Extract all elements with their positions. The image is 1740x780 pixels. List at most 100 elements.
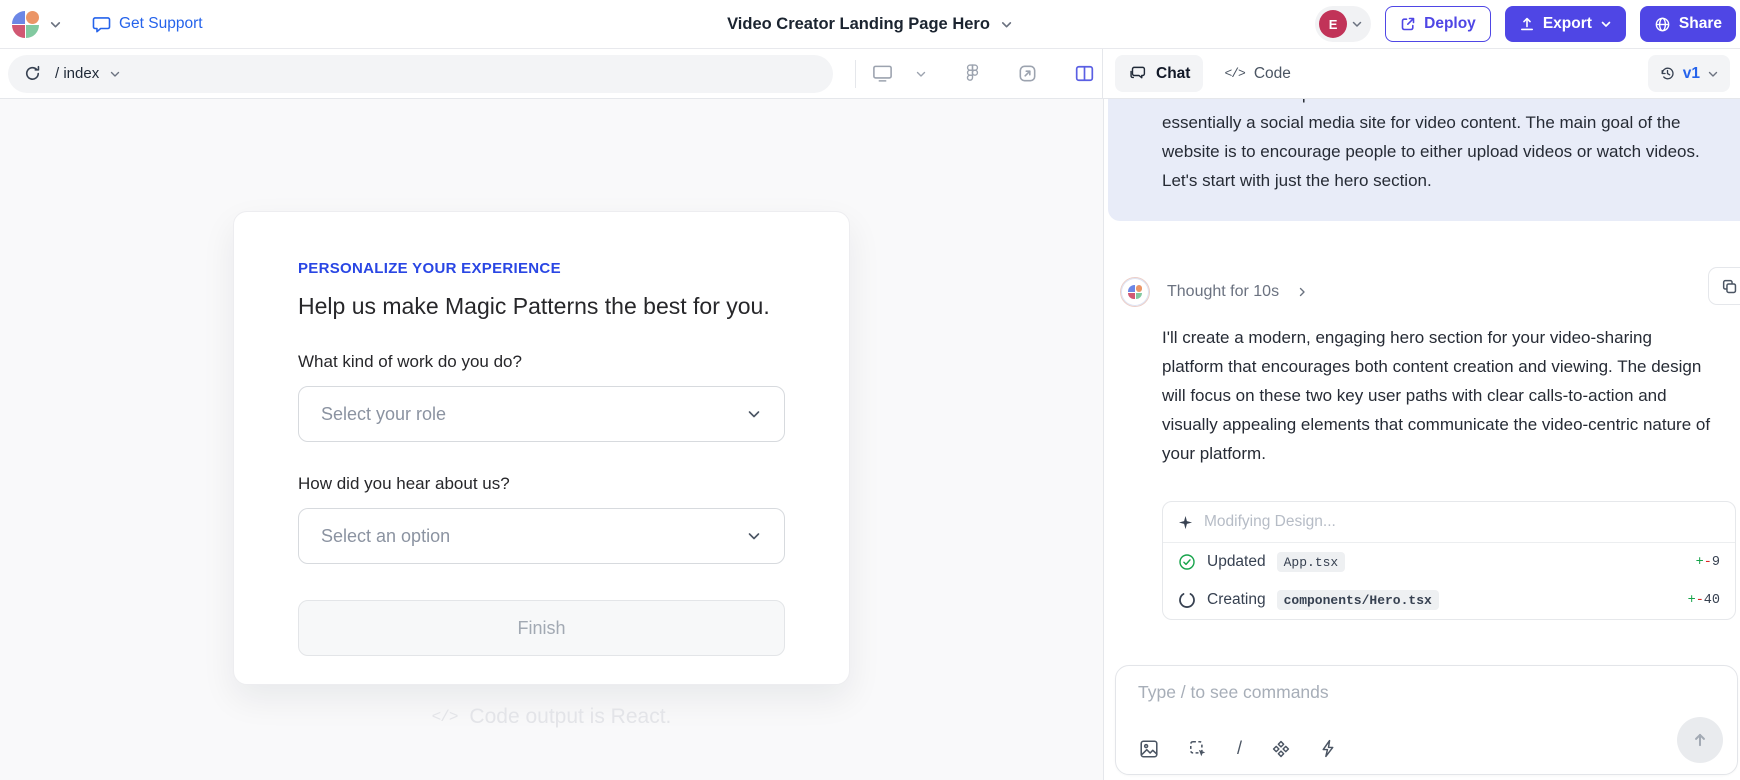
chat-tab-label: Chat <box>1156 65 1190 83</box>
deploy-button[interactable]: Deploy <box>1385 6 1491 42</box>
chat-input[interactable] <box>1138 682 1658 703</box>
sparkle-icon <box>1178 515 1193 530</box>
user-message-clipped-line: that lets creators upload and share thei… <box>1162 99 1712 108</box>
route-path[interactable]: / index <box>55 65 121 82</box>
version-chevron-icon <box>1707 68 1719 80</box>
onboarding-modal: PERSONALIZE YOUR EXPERIENCE Help us make… <box>233 211 850 685</box>
code-tab-label: Code <box>1254 65 1291 83</box>
export-label: Export <box>1543 15 1592 33</box>
activity-action: Creating <box>1207 591 1266 609</box>
modal-eyebrow: PERSONALIZE YOUR EXPERIENCE <box>298 260 785 277</box>
project-title-menu[interactable]: Video Creator Landing Page Hero <box>727 0 1013 48</box>
version-label: v1 <box>1683 65 1700 83</box>
figma-icon[interactable] <box>965 63 980 84</box>
logo-shape <box>12 11 25 24</box>
project-title: Video Creator Landing Page Hero <box>727 15 990 34</box>
preview-canvas: PERSONALIZE YOUR EXPERIENCE Help us make… <box>0 99 1103 780</box>
account-menu[interactable]: E <box>1315 6 1371 42</box>
avatar: E <box>1319 10 1347 38</box>
external-link-icon <box>1400 16 1416 32</box>
diff-minus: - <box>1696 593 1704 608</box>
thought-toggle[interactable]: Thought for 10s <box>1120 277 1308 307</box>
magic-patterns-mark <box>1128 285 1142 299</box>
magic-patterns-logo[interactable] <box>12 11 39 38</box>
arrow-up-icon <box>1691 731 1709 749</box>
export-chevron-icon <box>1600 18 1612 30</box>
route-path-label: / index <box>55 65 99 82</box>
select-chevron-icon <box>746 406 762 422</box>
composer-tools: / <box>1139 738 1337 759</box>
chat-tab-icon <box>1128 65 1147 82</box>
diff-plus: + <box>1696 555 1704 570</box>
watermark-label: Code output is React. <box>469 705 671 729</box>
refresh-icon[interactable] <box>24 65 41 82</box>
assistant-message: I'll create a modern, engaging hero sect… <box>1162 323 1718 468</box>
quick-actions-icon[interactable] <box>1320 739 1337 758</box>
copy-message-button[interactable] <box>1708 267 1740 305</box>
tab-chat[interactable]: Chat <box>1115 55 1203 92</box>
modal-heading: Help us make Magic Patterns the best for… <box>298 293 785 320</box>
address-bar[interactable]: / index <box>8 55 833 93</box>
chat-bubble-icon <box>92 16 111 33</box>
viewport-tools <box>872 63 1094 84</box>
referral-select-placeholder: Select an option <box>321 526 450 547</box>
components-icon[interactable] <box>1271 739 1291 759</box>
activity-card: Modifying Design... Updated App.tsx +-9 … <box>1162 501 1736 620</box>
image-attach-icon[interactable] <box>1139 739 1159 759</box>
deploy-label: Deploy <box>1424 15 1476 33</box>
device-chevron-icon[interactable] <box>915 68 927 80</box>
chevron-right-icon <box>1296 286 1308 298</box>
toolbar-divider <box>855 60 856 88</box>
chat-toolbar: Chat </> Code v1 <box>1103 49 1740 98</box>
select-chevron-icon <box>746 528 762 544</box>
workspace-chevron-icon[interactable] <box>49 18 62 31</box>
app-window: Get Support Video Creator Landing Page H… <box>0 0 1740 780</box>
slash-command-icon[interactable]: / <box>1237 738 1242 759</box>
activity-status: Modifying Design... <box>1204 513 1336 531</box>
logo-shape <box>12 25 25 38</box>
copy-icon <box>1721 278 1738 295</box>
diff-counts: +-9 <box>1696 555 1720 570</box>
select-element-icon[interactable] <box>1188 739 1208 759</box>
role-question-label: What kind of work do you do? <box>298 352 785 372</box>
top-header: Get Support Video Creator Landing Page H… <box>0 0 1740 48</box>
header-actions: E Deploy Export <box>1315 6 1728 42</box>
history-icon <box>1659 65 1676 82</box>
header-left: Get Support <box>12 11 203 38</box>
account-chevron-icon <box>1351 18 1363 30</box>
finish-button[interactable]: Finish <box>298 600 785 656</box>
get-support-label: Get Support <box>119 15 203 33</box>
file-chip: App.tsx <box>1277 552 1346 572</box>
user-message: that lets creators upload and share thei… <box>1108 99 1740 221</box>
version-menu[interactable]: v1 <box>1648 55 1730 92</box>
diff-plus: + <box>1688 593 1696 608</box>
referral-select[interactable]: Select an option <box>298 508 785 564</box>
send-button[interactable] <box>1677 717 1723 763</box>
assistant-avatar <box>1120 277 1150 307</box>
main-content: PERSONALIZE YOUR EXPERIENCE Help us make… <box>0 99 1740 780</box>
title-chevron-icon <box>1000 18 1013 31</box>
get-support-button[interactable]: Get Support <box>92 15 203 33</box>
share-label: Share <box>1679 15 1722 33</box>
upload-icon <box>1519 16 1535 32</box>
chat-composer: / <box>1115 665 1738 775</box>
export-button[interactable]: Export <box>1505 6 1626 42</box>
spinner-icon <box>1178 591 1196 609</box>
logo-shape <box>26 25 39 38</box>
check-circle-icon <box>1178 553 1196 571</box>
activity-row[interactable]: Creating components/Hero.tsx +-40 <box>1163 581 1735 619</box>
device-desktop-icon[interactable] <box>872 64 893 83</box>
activity-row[interactable]: Updated App.tsx +-9 <box>1163 543 1735 581</box>
diff-count: 9 <box>1712 555 1720 570</box>
preview-toolbar: / index <box>0 49 1103 98</box>
chat-panel: that lets creators upload and share thei… <box>1103 99 1740 780</box>
role-select[interactable]: Select your role <box>298 386 785 442</box>
split-view-icon[interactable] <box>1075 65 1094 82</box>
thought-label: Thought for 10s <box>1167 283 1279 301</box>
share-button[interactable]: Share <box>1640 6 1736 42</box>
framework-watermark: </> Code output is React. <box>0 705 1103 729</box>
user-message-last-line: Let's start with just the hero section. <box>1162 166 1712 195</box>
code-icon: </> <box>432 708 458 726</box>
tab-code[interactable]: </> Code <box>1211 55 1303 92</box>
open-in-new-icon[interactable] <box>1018 64 1037 83</box>
